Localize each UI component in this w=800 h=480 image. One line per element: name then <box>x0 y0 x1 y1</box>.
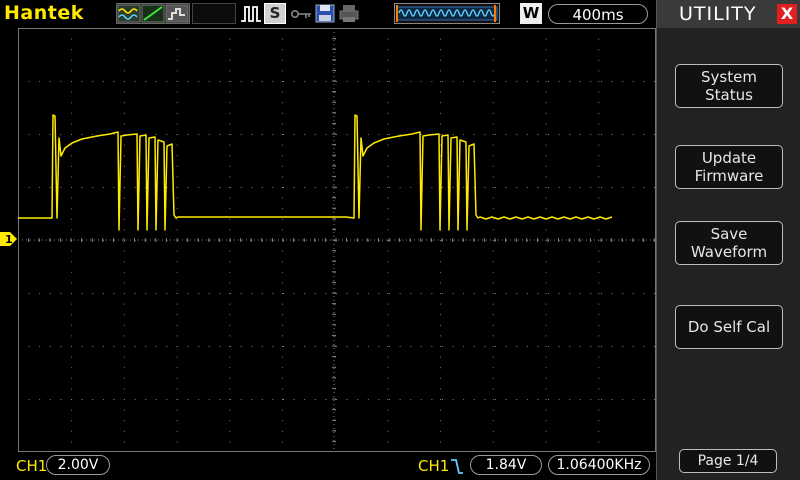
menu-header: UTILITY X <box>657 0 800 28</box>
frequency-readout: 1.06400KHz <box>548 455 650 475</box>
utility-menu-panel: UTILITY X System Status Update Firmware … <box>656 0 800 480</box>
acquire-mode-icons[interactable] <box>116 3 190 24</box>
timebase-readout[interactable]: 400ms <box>548 4 648 24</box>
trigger-source-label: CH1 <box>418 457 450 475</box>
single-shot-icon[interactable]: S <box>264 3 286 24</box>
pulse-trigger-icon[interactable] <box>240 3 262 24</box>
waveform-display[interactable] <box>17 27 656 452</box>
window-icon[interactable]: W <box>520 3 542 24</box>
rising-edge-icon <box>451 459 463 474</box>
close-icon[interactable]: X <box>777 4 797 24</box>
top-status-bar: Hantek S W 400ms <box>0 0 656 28</box>
waveform-svg <box>17 27 656 452</box>
persist-icon[interactable] <box>165 4 189 23</box>
waveform-mode-icon[interactable] <box>117 4 141 23</box>
system-status-button[interactable]: System Status <box>675 64 783 108</box>
ramp-icon[interactable] <box>141 4 165 23</box>
self-cal-button[interactable]: Do Self Cal <box>675 305 783 349</box>
update-firmware-button[interactable]: Update Firmware <box>675 145 783 189</box>
menu-title: UTILITY <box>679 3 757 25</box>
key-lock-icon[interactable] <box>290 3 312 24</box>
trigger-position-icon[interactable] <box>394 3 500 24</box>
ch1-marker[interactable]: 1 <box>0 232 18 246</box>
page-button[interactable]: Page 1/4 <box>679 449 777 473</box>
brand-logo: Hantek <box>4 2 84 24</box>
empty-status-slot <box>192 3 236 24</box>
ch1-scale-readout[interactable]: 2.00V <box>46 455 110 475</box>
save-icon[interactable] <box>314 3 336 24</box>
save-waveform-button[interactable]: Save Waveform <box>675 221 783 265</box>
print-icon[interactable] <box>338 3 360 24</box>
bottom-status-bar: CH1 2.00V CH1 1.84V 1.06400KHz <box>0 452 656 480</box>
ch1-label: CH1 <box>16 457 48 475</box>
ch1-marker-label: 1 <box>5 233 13 246</box>
trigger-level-readout[interactable]: 1.84V <box>470 455 542 475</box>
